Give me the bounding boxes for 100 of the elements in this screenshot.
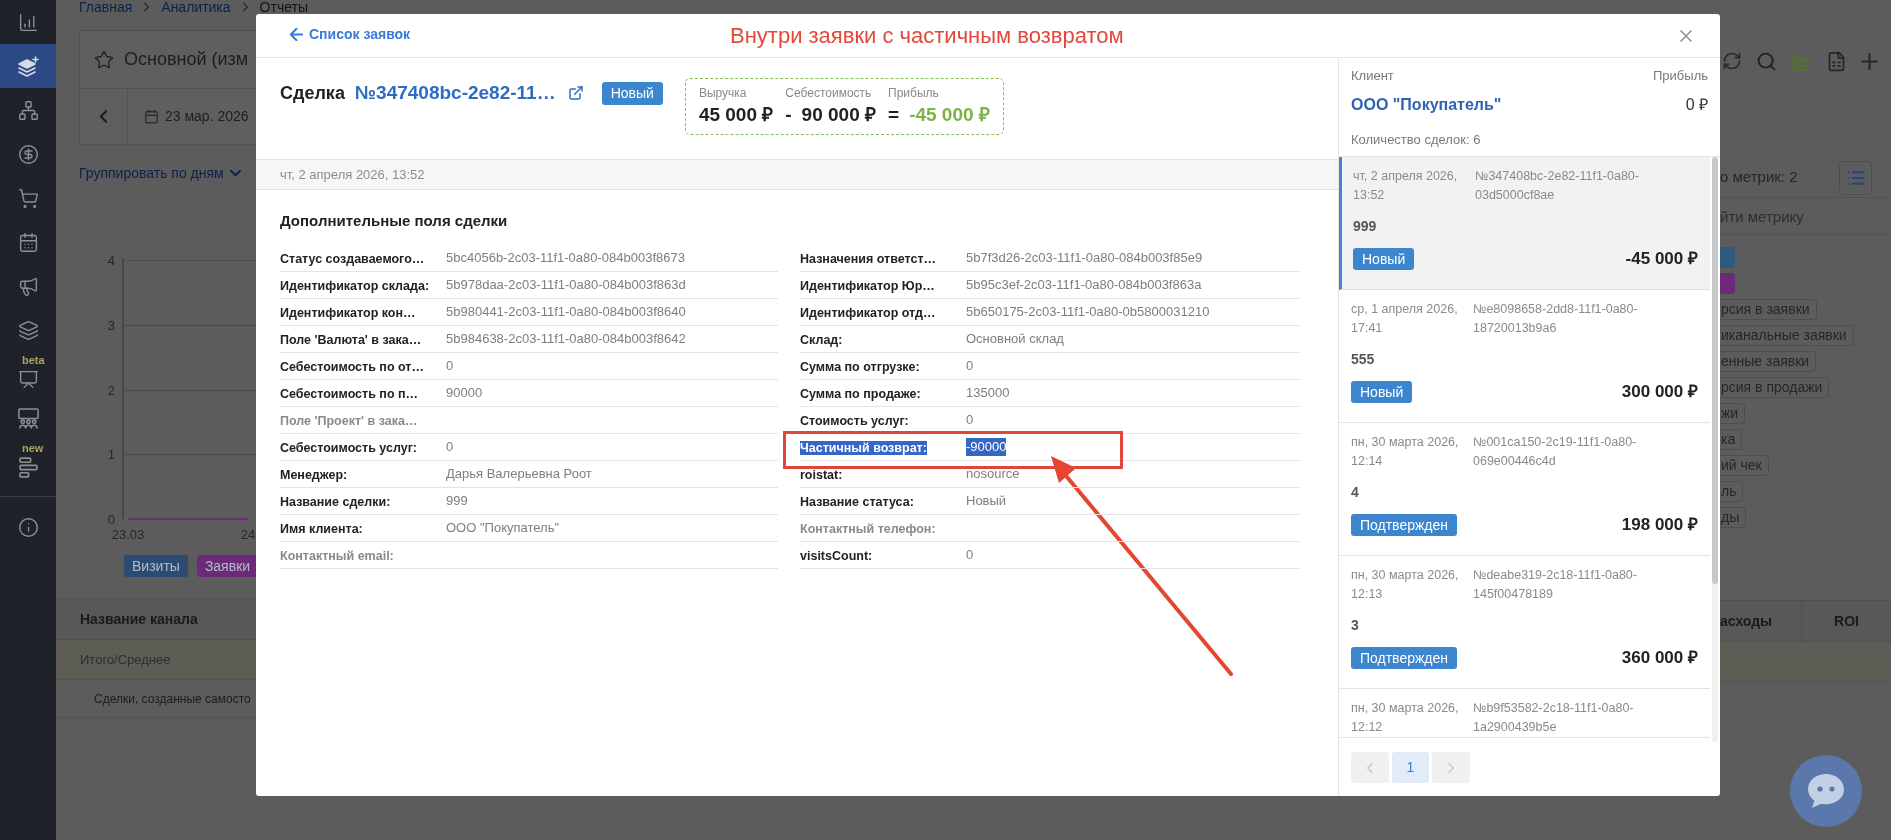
deal-amount: 360 000 ₽ bbox=[1621, 647, 1698, 669]
deal-date: пн, 30 марта 2026, 12:14 bbox=[1351, 434, 1460, 470]
deal-date: чт, 2 апреля 2026, 13:52 bbox=[1353, 168, 1459, 204]
chevron-right-icon bbox=[1448, 761, 1454, 774]
calendar-icon bbox=[144, 109, 159, 124]
deal-list-item[interactable]: пн, 30 марта 2026, 12:13 №deabe319-2c18-11f1-0a80-145f00478189 3 Подтвержден 360 000 ₽ bbox=[1339, 556, 1710, 689]
external-link-icon[interactable] bbox=[567, 85, 584, 101]
column-header: асходы bbox=[1720, 611, 1773, 631]
layers-icon bbox=[17, 319, 39, 341]
field-value: nosource bbox=[966, 465, 1020, 483]
field-label: Склад: bbox=[800, 333, 843, 347]
refresh-icon[interactable] bbox=[1722, 51, 1742, 71]
bar-chart-icon bbox=[17, 11, 39, 33]
annotation-title: Внутри заявки с частичным возвратом bbox=[730, 22, 1124, 50]
deal-list-item[interactable]: пн, 30 марта 2026, 12:14 №001ca150-2c19-11f1-0a80-069e00446c4d 4 Подтвержден 198 000 ₽ bbox=[1339, 423, 1710, 556]
status-badge: Подтвержден bbox=[1351, 647, 1458, 669]
field-label: Имя клиента: bbox=[280, 522, 363, 536]
profit-label: Прибыль bbox=[1653, 67, 1708, 86]
deal-date: чт, 2 апреля 2026, 13:52 bbox=[280, 165, 425, 184]
breadcrumb-link[interactable]: Отчеты bbox=[259, 0, 308, 14]
deal-list-item[interactable]: пн, 30 марта 2026, 12:12 №b9f53582-2c18-11f1-0a80-1a2900439b5e bbox=[1339, 689, 1710, 738]
field-label: Контактный телефон: bbox=[800, 522, 936, 536]
date-range-button[interactable]: 23 мар. 2026 bbox=[128, 89, 249, 144]
summary-label: Прибыль bbox=[888, 85, 940, 102]
presentation-icon bbox=[17, 368, 39, 390]
deal-number: №001ca150-2c19-11f1-0a80-069e00446c4d bbox=[1473, 434, 1638, 470]
field-value: 5b650175-2c03-11f1-0a80-0b5800031210 bbox=[966, 303, 1210, 321]
client-label: Клиент bbox=[1351, 67, 1394, 86]
deal-list-item[interactable]: ср, 1 апреля 2026, 17:41 №e8098658-2dd8-11f1-0a80-18720013b9a6 555 Новый 300 000 ₽ bbox=[1339, 290, 1710, 423]
table-cell-text: Сделки, созданные самосто bbox=[94, 690, 251, 708]
layers-plus-icon bbox=[17, 55, 39, 77]
nav-item-label: new bbox=[22, 442, 44, 454]
field-label: Частичный возврат: bbox=[800, 441, 927, 455]
group-by-dropdown[interactable]: Группировать по дням bbox=[79, 164, 241, 182]
status-badge: Подтвержден bbox=[1351, 514, 1458, 536]
field-value: 5b978daa-2c03-11f1-0a80-084b003f863d bbox=[446, 276, 686, 294]
field-value: ООО "Покупатель" bbox=[446, 519, 560, 537]
field-value: 5b980441-2c03-11f1-0a80-084b003f8640 bbox=[446, 303, 686, 321]
deal-amount: -45 000 ₽ bbox=[1625, 248, 1698, 270]
summary-value: 45 000 ₽ bbox=[698, 103, 774, 127]
status-badge: Новый bbox=[601, 81, 663, 105]
field-label: Идентификатор Юр… bbox=[800, 279, 935, 293]
field-value: 5b7f3d26-2c03-11f1-0a80-084b003f85e9 bbox=[966, 249, 1203, 267]
deal-amount: 198 000 ₽ bbox=[1621, 514, 1698, 536]
nav-button[interactable] bbox=[0, 44, 56, 88]
scrollbar-thumb[interactable] bbox=[1712, 157, 1718, 584]
cart-icon bbox=[17, 187, 39, 209]
client-name-link[interactable]: ООО "Покупатель" bbox=[1351, 93, 1502, 117]
summary-value: 90 000 ₽ bbox=[801, 103, 876, 127]
field-label: Поле 'Валюта' в зака… bbox=[280, 333, 422, 347]
field-label: Название статуса: bbox=[800, 495, 914, 509]
deals-count: Количество сделок: 6 bbox=[1351, 131, 1481, 150]
field-label: Стоимость услуг: bbox=[800, 414, 909, 428]
chevron-right-icon bbox=[144, 2, 150, 12]
column-header: ROI bbox=[1834, 611, 1859, 631]
nav-button[interactable]: beta bbox=[0, 352, 56, 396]
field-value: 999 bbox=[446, 492, 468, 510]
search-icon[interactable] bbox=[1756, 50, 1777, 72]
field-label: Контактный email: bbox=[280, 549, 394, 563]
field-value: Новый bbox=[966, 492, 1007, 510]
field-label: Сумма по продаже: bbox=[800, 387, 921, 401]
page-button[interactable]: 1 bbox=[1392, 752, 1429, 783]
chevron-left-icon bbox=[100, 110, 107, 123]
legend-chip[interactable]: Заявки bbox=[196, 555, 259, 577]
plus-icon[interactable] bbox=[1861, 52, 1878, 70]
summary-value: -45 000 ₽ bbox=[909, 103, 990, 127]
field-value: 0 bbox=[966, 546, 974, 564]
dollar-coin-icon bbox=[17, 143, 39, 165]
field-value: 0 bbox=[966, 357, 974, 375]
field-label: Сумма по отгрузке: bbox=[800, 360, 920, 374]
legend-chip[interactable]: Визиты bbox=[124, 555, 188, 577]
summary-label: Себестоимость bbox=[785, 85, 873, 102]
field-value: Основной склад bbox=[966, 330, 1064, 348]
breadcrumb-link[interactable]: Аналитика bbox=[161, 0, 231, 14]
back-link[interactable]: Список заявок bbox=[290, 23, 411, 45]
field-label: Идентификатор кон… bbox=[280, 306, 416, 320]
field-label: Идентификатор склада: bbox=[280, 279, 430, 293]
field-value: 5b95c3ef-2c03-11f1-0a80-084b003f863a bbox=[966, 276, 1202, 294]
field-label: Название сделки: bbox=[280, 495, 391, 509]
field-value: 5bc4056b-2c03-11f1-0a80-084b003f8673 bbox=[446, 249, 685, 267]
breadcrumb-link[interactable]: Главная bbox=[79, 0, 133, 14]
deal-number-link[interactable]: №347408bc-2e82-11… bbox=[354, 78, 556, 108]
spreadsheet-icon[interactable] bbox=[1826, 50, 1847, 72]
field-label: Идентификатор отд… bbox=[800, 306, 936, 320]
field-label: Поле 'Проект' в зака… bbox=[280, 414, 418, 428]
client-profit: 0 ₽ bbox=[1685, 95, 1708, 115]
megaphone-icon bbox=[17, 275, 39, 297]
field-value: 0 bbox=[446, 438, 454, 456]
report-title: Основной (изм bbox=[124, 48, 249, 71]
nav-button[interactable]: new bbox=[0, 440, 56, 484]
deal-title: Сделка bbox=[280, 81, 345, 105]
chevron-right-icon bbox=[242, 2, 248, 12]
field-label: roistat: bbox=[800, 468, 843, 482]
deal-list-item[interactable]: чт, 2 апреля 2026, 13:52 №347408bc-2e82-11f1-0a80-03d5000cf8ae 999 Новый -45 000 ₽ bbox=[1339, 157, 1710, 290]
status-badge: Новый bbox=[1353, 248, 1415, 270]
star-icon[interactable] bbox=[94, 49, 114, 70]
deal-number: №deabe319-2c18-11f1-0a80-145f00478189 bbox=[1473, 567, 1638, 603]
speech-bubble-icon bbox=[1808, 773, 1844, 809]
nav-item-label: beta bbox=[22, 354, 45, 366]
operator-sign: = bbox=[888, 103, 900, 127]
